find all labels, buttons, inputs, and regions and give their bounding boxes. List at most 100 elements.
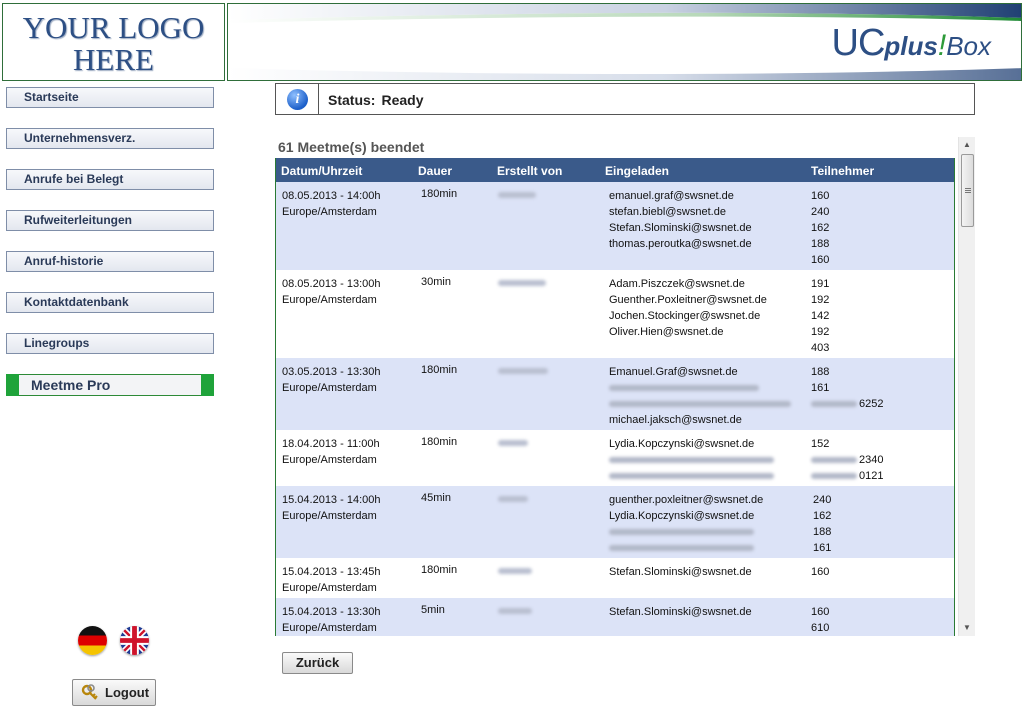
info-icon: i [287,89,308,110]
row-timezone: Europe/Amsterdam [282,206,377,218]
row-duration: 30min [421,276,451,288]
row-creator-redacted [498,496,528,502]
invitee: Lydia.Kopczynski@swsnet.de [609,438,755,450]
participant: 191 [811,278,830,290]
table-row[interactable]: 15.04.2013 - 13:30h Europe/Amsterdam 5mi… [276,598,954,636]
row-creator-redacted [498,440,528,446]
table-row[interactable]: 15.04.2013 - 14:00h Europe/Amsterdam 45m… [276,486,954,558]
table-row[interactable]: 15.04.2013 - 13:45h Europe/Amsterdam 180… [276,558,954,598]
nav-unternehmensverz[interactable]: Unternehmensverz. [6,128,214,149]
participant: 240 [813,494,832,506]
nav-linegroups[interactable]: Linegroups [6,333,214,354]
row-timezone: Europe/Amsterdam [282,294,377,306]
row-datetime: 03.05.2013 - 13:30h [282,366,381,378]
row-datetime: 18.04.2013 - 11:00h [282,438,380,450]
row-duration: 180min [421,364,458,376]
invitee: Stefan.Slominski@swsnet.de [609,566,752,578]
participant: 162 [813,510,832,522]
german-flag-icon[interactable] [78,626,107,655]
invitee: Stefan.Slominski@swsnet.de [609,606,752,618]
row-duration: 45min [421,492,451,504]
row-creator-redacted [498,568,532,574]
participant: 152 [811,438,830,450]
table-row[interactable]: 03.05.2013 - 13:30h Europe/Amsterdam 180… [276,358,954,430]
table-row[interactable]: 08.05.2013 - 14:00h Europe/Amsterdam 180… [276,182,954,270]
nav-startseite[interactable]: Startseite [6,87,214,108]
participant: 160 [811,190,830,202]
invitee: guenther.poxleitner@swsnet.de [609,494,764,506]
row-timezone: Europe/Amsterdam [282,510,377,522]
table-row[interactable]: 18.04.2013 - 11:00h Europe/Amsterdam 180… [276,430,954,486]
column-creator: Erstellt von [497,164,563,178]
column-datetime: Datum/Uhrzeit [281,164,363,178]
invitee: michael.jaksch@swsnet.de [609,414,742,426]
participant: 142 [811,310,830,322]
participant: 160 [811,254,830,266]
invitee: thomas.peroutka@swsnet.de [609,238,752,250]
nav-meetme-pro[interactable]: Meetme Pro [6,374,214,396]
participant: 610 [811,622,830,634]
row-duration: 180min [421,564,458,576]
row-creator-redacted [498,368,548,374]
table-scrollbar[interactable]: ▲ ▼ [958,137,975,636]
invitee: Oliver.Hien@swsnet.de [609,326,724,338]
logout-button[interactable]: Logout [72,679,156,706]
participant: 161 [811,382,830,394]
participant: 160 [811,606,830,618]
scroll-up-icon[interactable]: ▲ [959,137,975,153]
participant: 188 [813,526,832,538]
row-duration: 5min [421,604,445,616]
row-duration: 180min [421,188,458,200]
scroll-thumb[interactable] [961,154,974,227]
column-duration: Dauer [418,164,453,178]
scroll-down-icon[interactable]: ▼ [959,620,975,636]
invitee: Jochen.Stockinger@swsnet.de [609,310,761,322]
status-label: Status: [328,92,376,108]
row-creator-redacted [498,192,536,198]
invitee: Emanuel.Graf@swsnet.de [609,366,738,378]
invitee: emanuel.graf@swsnet.de [609,190,734,202]
column-participants: Teilnehmer [811,164,875,178]
nav-anrufe-bei-belegt[interactable]: Anrufe bei Belegt [6,169,214,190]
row-datetime: 08.05.2013 - 13:00h [282,278,381,290]
back-button[interactable]: Zurück [282,652,353,674]
nav-anruf-historie[interactable]: Anruf-historie [6,251,214,272]
table-header: Datum/Uhrzeit Dauer Erstellt von Eingela… [276,158,954,182]
participant: 403 [811,342,830,354]
status-value: Ready [381,92,424,108]
participant: 188 [811,238,830,250]
row-creator-redacted [498,608,532,614]
participant-partly-redacted: 6252 [811,396,883,412]
logo-line-2: HERE [73,42,154,77]
invitee: stefan.biebl@swsnet.de [609,206,726,218]
row-datetime: 15.04.2013 - 13:30h [282,606,381,618]
logo-line-1: YOUR LOGO [22,10,205,45]
row-timezone: Europe/Amsterdam [282,582,377,594]
row-datetime: 15.04.2013 - 14:00h [282,494,381,506]
nav-kontaktdatenbank[interactable]: Kontaktdatenbank [6,292,214,313]
participant: 162 [811,222,830,234]
participant-partly-redacted: 2340 [811,452,883,468]
status-bar: i Status: Ready [275,83,975,115]
participant: 188 [811,366,830,378]
invitee: Stefan.Slominski@swsnet.de [609,222,752,234]
header-banner: UCplus!Box [227,3,1022,81]
product-brand: UCplus!Box [831,22,992,64]
uk-flag-icon[interactable] [120,626,149,655]
invitee: Lydia.Kopczynski@swsnet.de [609,510,755,522]
meetme-count-title: 61 Meetme(s) beendet [278,139,425,155]
row-timezone: Europe/Amsterdam [282,622,377,634]
row-datetime: 15.04.2013 - 13:45h [282,566,381,578]
participant: 160 [811,566,830,578]
row-timezone: Europe/Amsterdam [282,454,377,466]
participant: 240 [811,206,830,218]
nav-rufweiterleitungen[interactable]: Rufweiterleitungen [6,210,214,231]
row-datetime: 08.05.2013 - 14:00h [282,190,381,202]
column-invited: Eingeladen [605,164,670,178]
table-row[interactable]: 08.05.2013 - 13:00h Europe/Amsterdam 30m… [276,270,954,358]
meetme-table: Datum/Uhrzeit Dauer Erstellt von Eingela… [275,158,955,636]
row-creator-redacted [498,280,546,286]
keys-icon [81,684,99,710]
invitee-redacted [609,468,754,484]
participant: 161 [813,542,832,554]
